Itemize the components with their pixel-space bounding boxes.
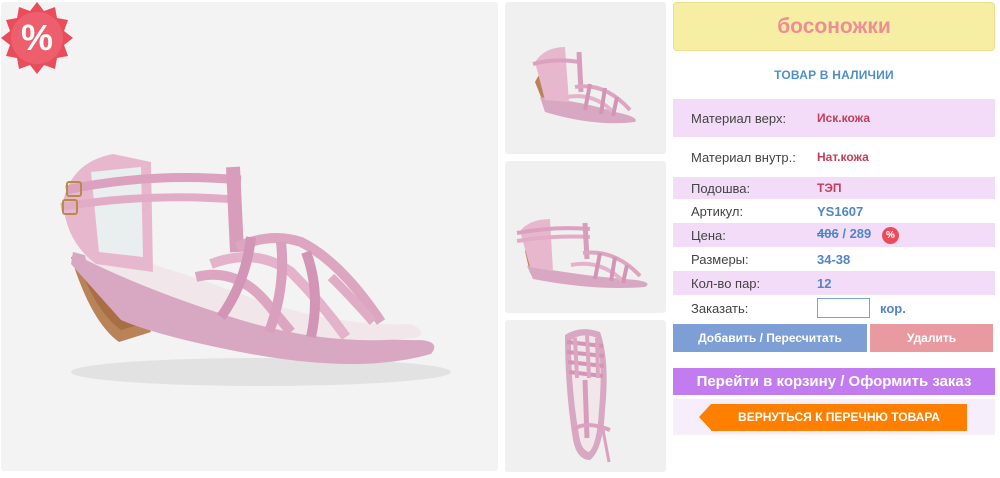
delete-button[interactable]: Удалить (870, 324, 993, 352)
spec-label: Заказать: (691, 300, 749, 316)
spec-row-order: Заказать: кор. (673, 295, 995, 321)
back-to-list-button[interactable]: ВЕРНУТЬСЯ К ПЕРЕЧНЮ ТОВАРА (699, 403, 967, 431)
go-to-cart-button[interactable]: Перейти в корзину / Оформить заказ (673, 368, 995, 395)
spec-value: Нат.кожа (817, 150, 869, 164)
spec-row-material-top: Материал верх: Иск.кожа (673, 99, 995, 137)
sale-badge-icon: % (1, 2, 73, 74)
add-recalculate-button[interactable]: Добавить / Пересчитать (673, 324, 867, 352)
spec-value: Иск.кожа (817, 111, 870, 125)
thumbnail-1-image (532, 47, 636, 124)
order-unit: кор. (880, 300, 906, 316)
spec-label: Подошва: (691, 180, 751, 196)
spec-row-sole: Подошва: ТЭП (673, 177, 995, 199)
spec-label: Размеры: (691, 251, 749, 267)
product-title: босоножки (673, 2, 995, 51)
spec-row-article: Артикул: YS1607 (673, 199, 995, 223)
main-product-image: % (1, 2, 498, 471)
spec-row-price: Цена: 406 / 289 % (673, 223, 995, 247)
thumbnail-3-image (565, 329, 611, 463)
spec-table: Материал верх: Иск.кожа Материал внутр.:… (673, 99, 995, 321)
thumbnail-1[interactable] (505, 2, 666, 154)
price-value: 406 / 289 % (817, 226, 899, 244)
spec-label: Кол-во пар: (691, 275, 761, 291)
new-price: 289 (849, 226, 872, 242)
back-button-area: ВЕРНУТЬСЯ К ПЕРЕЧНЮ ТОВАРА (673, 399, 995, 435)
thumbnail-3[interactable] (505, 320, 666, 472)
thumbnail-2[interactable] (505, 161, 666, 313)
spec-row-pairs: Кол-во пар: 12 (673, 271, 995, 295)
product-info-panel: босоножки ТОВАР В НАЛИЧИИ Материал верх:… (673, 2, 995, 435)
thumbnail-2-image (516, 219, 648, 288)
spec-row-material-inner: Материал внутр.: Нат.кожа (673, 137, 995, 177)
stock-status: ТОВАР В НАЛИЧИИ (774, 68, 894, 82)
spec-value: ТЭП (817, 181, 842, 195)
spec-value: 12 (817, 275, 832, 291)
spec-label: Материал верх: (691, 110, 787, 126)
sandal-illustration (60, 154, 451, 386)
action-buttons: Добавить / Пересчитать Удалить (673, 324, 995, 352)
sale-badge-symbol: % (21, 17, 53, 58)
price-separator: / (842, 226, 846, 242)
discount-icon: % (881, 226, 899, 244)
spec-row-sizes: Размеры: 34-38 (673, 247, 995, 271)
spec-label: Материал внутр.: (691, 149, 796, 165)
order-quantity-input[interactable] (817, 298, 870, 318)
old-price: 406 (817, 226, 839, 242)
spec-value: YS1607 (817, 203, 864, 219)
spec-label: Цена: (691, 227, 726, 243)
spec-value: 34-38 (817, 251, 851, 267)
spec-label: Артикул: (691, 203, 744, 219)
